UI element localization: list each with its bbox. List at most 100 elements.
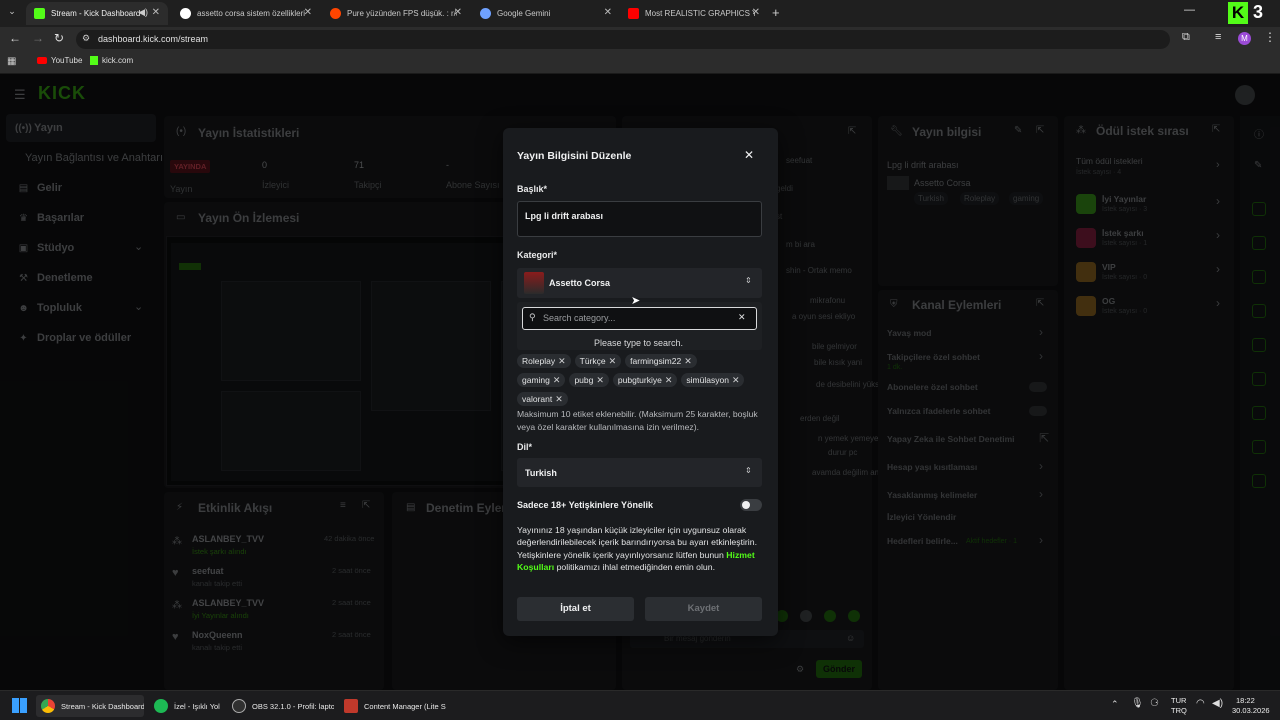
language-value: Turkish [525, 468, 557, 478]
network-icon[interactable]: ⚆ [1150, 698, 1159, 709]
remove-tag-icon[interactable]: ✕ [732, 375, 740, 386]
language-select[interactable]: Turkish ⇕ [517, 458, 762, 487]
reload-icon[interactable]: ↻ [54, 31, 64, 45]
new-tab-button[interactable]: + [772, 5, 780, 20]
tag-label: valorant [522, 394, 553, 404]
modal-title: Yayın Bilgisini Düzenle [517, 150, 632, 162]
tag-chip: simülasyon ✕ [681, 373, 745, 387]
remove-tag-icon[interactable]: ✕ [609, 356, 617, 367]
clear-search-icon[interactable]: ✕ [738, 312, 746, 323]
adult-toggle[interactable] [740, 499, 762, 511]
close-tab-icon[interactable]: ✕ [454, 7, 462, 18]
lang-bottom[interactable]: TRQ [1171, 706, 1187, 715]
bookmark-label: kick.com [102, 56, 134, 65]
forward-arrow-icon[interactable]: → [32, 31, 44, 45]
remove-tag-icon[interactable]: ✕ [596, 375, 604, 386]
taskbar-app-obs[interactable]: OBS 32.1.0 - Profil: laptop [232, 695, 334, 717]
overlay-digit: 3 [1253, 2, 1264, 22]
taskbar-app-label: İzel - Işıklı Yol [174, 701, 220, 711]
windows-start-icon[interactable] [12, 698, 27, 713]
apps-grid-icon[interactable]: ▦ [7, 56, 16, 67]
youtube-favicon-icon [628, 8, 639, 19]
category-dropdown: ⚲ Search category... ✕ Please type to se… [517, 302, 762, 350]
bookmark-youtube[interactable]: YouTube [37, 56, 82, 65]
title-label: Başlık* [517, 184, 548, 194]
title-input[interactable]: Lpg li drift arabası [517, 201, 762, 237]
lang-top[interactable]: TUR [1171, 696, 1186, 705]
tab-title: Stream - Kick Dashboard [51, 9, 141, 18]
taskbar-app-label: OBS 32.1.0 - Profil: laptop [252, 701, 334, 711]
bookmarks-bar: ▦ YouTube kick.com [0, 52, 1280, 74]
minimize-button[interactable]: — [1184, 4, 1195, 16]
close-tab-icon[interactable]: ✕ [152, 7, 160, 18]
tab-gemini[interactable]: Google Gemini ✕ [472, 2, 620, 25]
remove-tag-icon[interactable]: ✕ [555, 394, 563, 405]
close-tab-icon[interactable]: ✕ [604, 7, 612, 18]
category-value: Assetto Corsa [549, 278, 611, 288]
select-arrows-icon: ⇕ [745, 276, 752, 285]
wifi-icon[interactable]: ◠ [1196, 698, 1205, 709]
kick-overlay-logo: K [1228, 2, 1248, 24]
title-input-value: Lpg li drift arabası [525, 211, 604, 221]
tray-chevron-icon[interactable]: ⌃ [1111, 699, 1119, 710]
select-arrows-icon: ⇕ [745, 466, 752, 475]
close-icon[interactable]: ✕ [744, 148, 754, 162]
category-search-input[interactable]: ⚲ Search category... ✕ [522, 307, 757, 330]
taskbar-app-label: Stream - Kick Dashboard [61, 701, 144, 711]
microphone-icon[interactable]: 🎙︎ [1131, 698, 1144, 709]
clock-time[interactable]: 18:22 [1236, 696, 1255, 705]
edit-stream-info-modal: Yayın Bilgisini Düzenle ✕ Başlık* Lpg li… [503, 128, 778, 636]
tab-kick-dashboard[interactable]: Stream - Kick Dashboard ◀) ✕ [26, 2, 168, 25]
tag-label: simülasyon [686, 375, 729, 385]
address-bar[interactable]: ⚙ dashboard.kick.com/stream [76, 30, 1170, 49]
site-info-icon[interactable]: ⚙ [82, 33, 90, 44]
volume-icon[interactable]: ◀) [1212, 698, 1223, 709]
content-manager-icon [344, 699, 358, 713]
tab-title: Most REALISTIC GRAPHICS Yo [645, 9, 755, 18]
profile-avatar[interactable]: M [1238, 32, 1251, 45]
remove-tag-icon[interactable]: ✕ [558, 356, 566, 367]
category-thumbnail [524, 272, 544, 294]
media-controls-icon[interactable]: ≡ [1215, 31, 1221, 43]
tag-chip: Türkçe ✕ [574, 354, 622, 368]
back-arrow-icon[interactable]: ← [9, 31, 21, 45]
taskbar-app-chrome[interactable]: Stream - Kick Dashboard [36, 695, 144, 717]
menu-kebab-icon[interactable]: ⋮ [1264, 30, 1276, 44]
bookmark-label: YouTube [51, 56, 83, 65]
tag-label: gaming [522, 375, 550, 385]
toggle-knob [742, 501, 750, 509]
search-placeholder: Search category... [543, 313, 616, 323]
tag-label: pubg [574, 375, 594, 385]
taskbar-app-content-manager[interactable]: Content Manager (Lite S [344, 695, 446, 717]
extensions-icon[interactable]: ⧉ [1182, 31, 1190, 44]
adult-label: Sadece 18+ Yetişkinlere Yönelik [517, 500, 654, 510]
close-tab-icon[interactable]: ✕ [304, 7, 312, 18]
tab-reddit[interactable]: Pure yüzünden FPS düşük. : r/a ✕ [322, 2, 470, 25]
browser-tab-bar: ⌄ Stream - Kick Dashboard ◀) ✕ assetto c… [0, 0, 1280, 27]
speaker-icon: ◀) [138, 7, 148, 17]
tab-assetto[interactable]: assetto corsa sistem özellikleri ✕ [172, 2, 320, 25]
adult-description: Yayınınız 18 yaşından küçük izleyiciler … [517, 524, 767, 574]
close-tab-icon[interactable]: ✕ [752, 7, 760, 18]
tag-label: Türkçe [579, 356, 606, 366]
adult-text-after: politikamızı ihlal etmediğinden emin olu… [554, 562, 715, 573]
taskbar-app-spotify[interactable]: İzel - Işıklı Yol [154, 695, 224, 717]
tab-youtube[interactable]: Most REALISTIC GRAPHICS Yo ✕ [620, 2, 768, 25]
remove-tag-icon[interactable]: ✕ [665, 375, 673, 386]
clock-date[interactable]: 30.03.2026 [1232, 706, 1270, 715]
tags-row-2: gaming ✕ pubg ✕ pubgturkiye ✕ simülasyon ✕ [517, 370, 748, 388]
tags-row-3: valorant ✕ [517, 389, 572, 407]
tags-row-1: Roleplay ✕ Türkçe ✕ farmingsim22 ✕ [517, 351, 701, 369]
tag-chip: pubgturkiye ✕ [612, 373, 678, 387]
windows-taskbar: Stream - Kick Dashboard İzel - Işıklı Yo… [0, 690, 1280, 720]
remove-tag-icon[interactable]: ✕ [553, 375, 561, 386]
tag-chip: farmingsim22 ✕ [625, 354, 697, 368]
tab-search-button[interactable]: ⌄ [5, 6, 19, 20]
remove-tag-icon[interactable]: ✕ [684, 356, 692, 367]
cancel-button[interactable]: İptal et [517, 597, 634, 621]
mouse-cursor-icon: ➤ [631, 295, 641, 307]
tag-label: Roleplay [522, 356, 556, 366]
save-button[interactable]: Kaydet [645, 597, 762, 621]
bookmark-kick[interactable]: kick.com [90, 56, 133, 65]
tab-title: Pure yüzünden FPS düşük. : r/a [347, 9, 457, 18]
